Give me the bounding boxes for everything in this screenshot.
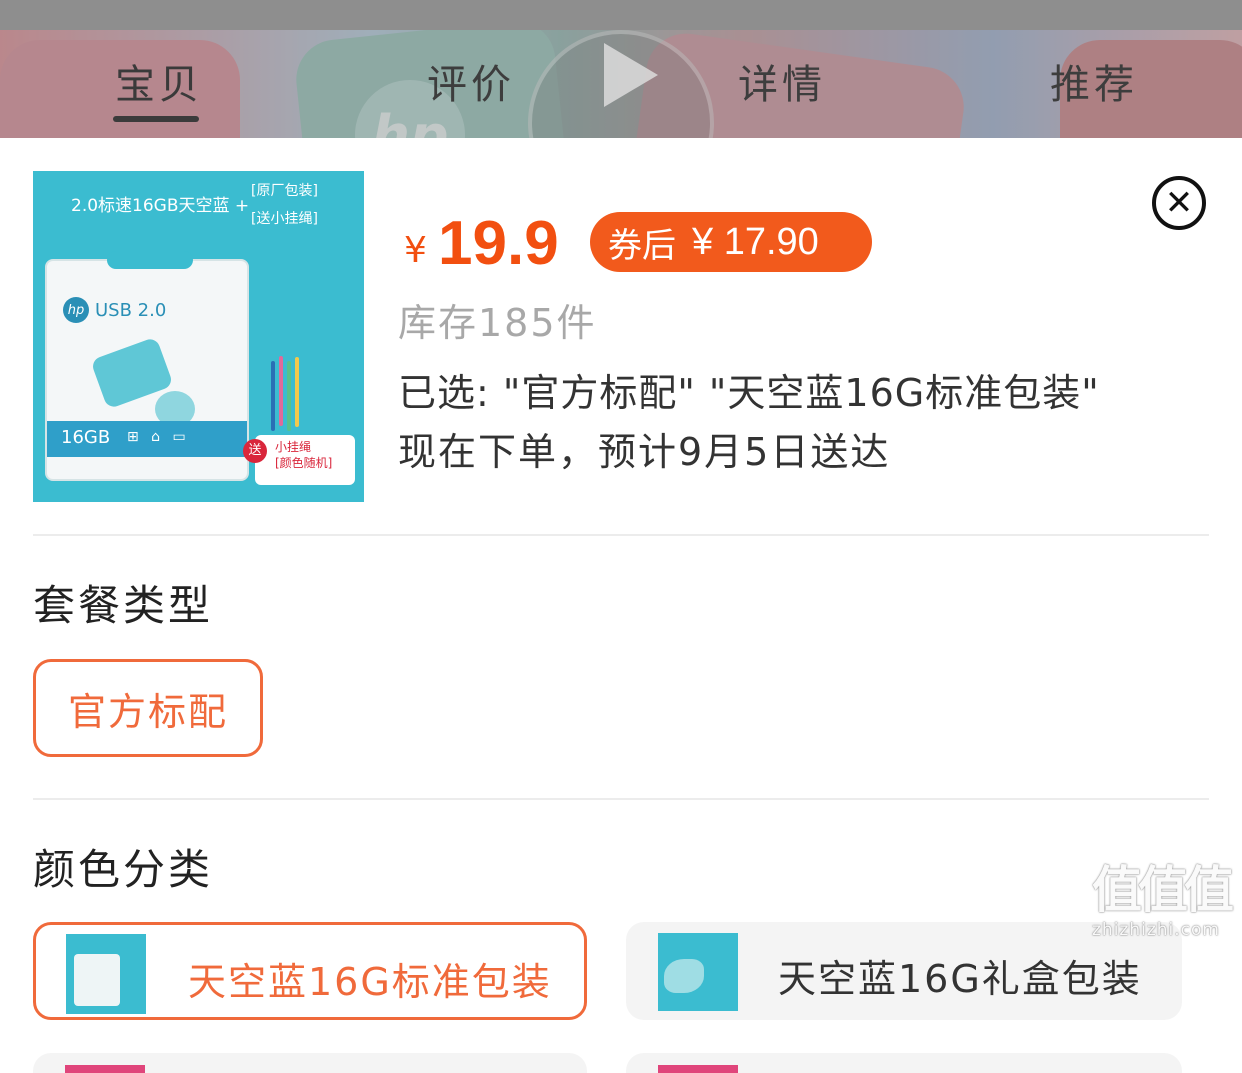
- close-circle-icon: ✕: [1164, 183, 1194, 223]
- thumb-brand-text: USB 2.0: [95, 299, 167, 321]
- thumb-note-line: [送小挂绳]: [251, 211, 318, 227]
- gift-tag: 送 小挂绳 [颜色随机]: [243, 435, 355, 485]
- gift-line: [颜色随机]: [275, 456, 333, 470]
- hp-logo-icon: hp: [63, 297, 89, 323]
- color-option-label: 天空蓝16G礼盒包装: [778, 957, 1142, 1001]
- option-thumbnail-drive: [664, 959, 704, 993]
- feature-icons: ⊞ ⌂ ▭: [127, 429, 190, 445]
- tab-item[interactable]: 宝贝: [115, 52, 203, 110]
- tab-details[interactable]: 详情: [738, 52, 826, 110]
- color-category-title: 颜色分类: [33, 845, 214, 894]
- lanyard-image: [279, 356, 283, 426]
- sku-selector-sheet: 2.0标速16GB天空蓝 + [原厂包装] [送小挂绳] hp USB 2.0 …: [0, 138, 1242, 1073]
- tab-reviews[interactable]: 评价: [427, 52, 515, 110]
- thumb-brand: hp USB 2.0: [63, 297, 166, 323]
- thumb-note-line: [原厂包装]: [251, 183, 318, 199]
- lanyard-image: [287, 361, 291, 431]
- coupon-price: ¥ 17.90: [692, 220, 819, 263]
- active-tab-indicator: [113, 116, 199, 122]
- status-bar: [0, 0, 1242, 30]
- gift-badge: 送: [243, 439, 267, 463]
- color-option-standard[interactable]: 天空蓝16G标准包装: [33, 922, 587, 1020]
- coupon-price-badge: 券后 ¥ 17.90: [590, 212, 872, 272]
- capacity-bar: 16GB ⊞ ⌂ ▭: [47, 421, 247, 457]
- close-button[interactable]: ✕: [1152, 176, 1206, 230]
- watermark-url: zhizhizhi.com: [1092, 920, 1220, 940]
- package-card: hp USB 2.0 16GB ⊞ ⌂ ▭: [45, 251, 249, 481]
- gift-line: 小挂绳: [275, 440, 312, 454]
- selected-summary: 已选: "官方标配" "天空蓝16G标准包装": [398, 371, 1100, 415]
- color-option-label: 天空蓝16G标准包装: [188, 960, 552, 1004]
- color-option-partial[interactable]: [626, 1053, 1182, 1073]
- option-thumbnail: [65, 1065, 145, 1073]
- package-hook: [107, 251, 193, 269]
- thumb-note: [原厂包装] [送小挂绳]: [251, 177, 318, 233]
- package-option-official[interactable]: 官方标配: [33, 659, 263, 757]
- delivery-estimate: 现在下单，预计9月5日送达: [398, 430, 891, 474]
- coupon-label: 券后: [608, 225, 676, 266]
- site-watermark: 值值值 zhizhizhi.com: [1092, 850, 1242, 940]
- watermark-glyph: 值值值: [1092, 861, 1234, 919]
- product-thumbnail[interactable]: 2.0标速16GB天空蓝 + [原厂包装] [送小挂绳] hp USB 2.0 …: [33, 171, 364, 502]
- tab-recommend[interactable]: 推荐: [1050, 52, 1138, 110]
- capacity-label: 16GB: [61, 427, 111, 448]
- price: 19.9: [438, 209, 559, 278]
- currency-symbol: ¥: [404, 230, 427, 271]
- option-thumbnail-card: [74, 954, 120, 1006]
- divider: [33, 534, 1209, 536]
- color-option-partial[interactable]: [33, 1053, 587, 1073]
- lanyard-image: [271, 361, 275, 431]
- option-thumbnail: [658, 933, 738, 1011]
- package-type-title: 套餐类型: [33, 581, 214, 630]
- stock-count: 库存185件: [398, 301, 597, 345]
- divider: [33, 798, 1209, 800]
- option-thumbnail: [66, 934, 146, 1014]
- backdrop-overlay[interactable]: hp 宝贝 评价 详情 推荐: [0, 0, 1242, 140]
- lanyard-image: [295, 357, 299, 427]
- option-thumbnail: [658, 1065, 738, 1073]
